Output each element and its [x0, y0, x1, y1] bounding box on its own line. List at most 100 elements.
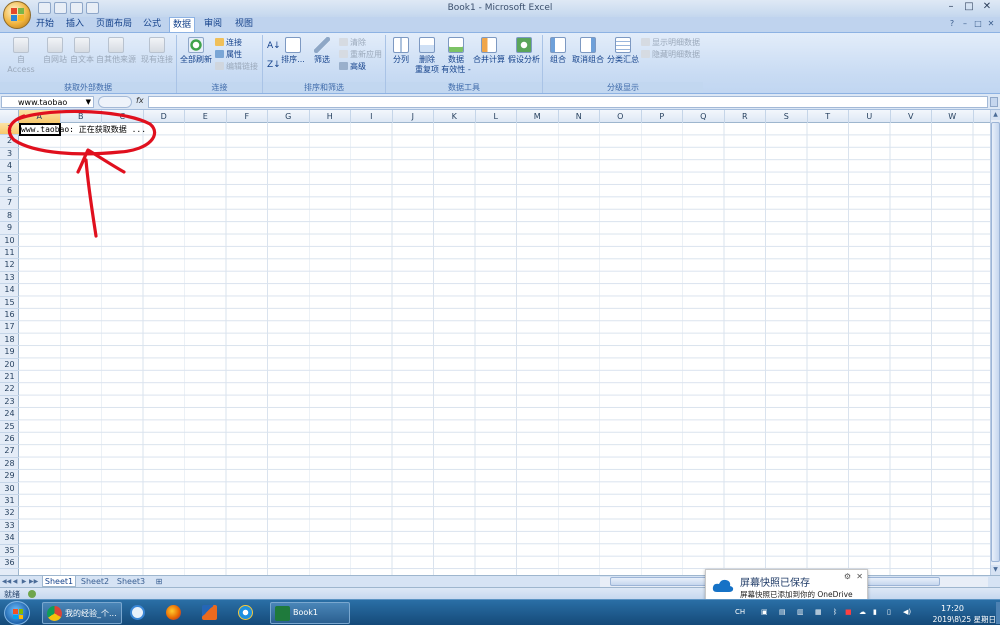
- sheet-tab-1[interactable]: Sheet1: [42, 576, 76, 587]
- formula-input[interactable]: [148, 96, 988, 108]
- expand-formula-icon[interactable]: [990, 97, 998, 107]
- tray-app-icon[interactable]: ▥: [797, 608, 804, 616]
- show-desktop-button[interactable]: [996, 602, 1000, 624]
- scroll-up-icon[interactable]: ▲: [991, 110, 1000, 120]
- column-header-r[interactable]: R: [725, 110, 766, 123]
- clear-filter-button[interactable]: 清除: [339, 38, 366, 48]
- taskbar-matlab[interactable]: [198, 602, 224, 624]
- column-header-h[interactable]: H: [310, 110, 351, 123]
- column-header-l[interactable]: L: [476, 110, 517, 123]
- row-header-12[interactable]: 12: [0, 259, 19, 272]
- prev-sheet-icon[interactable]: ◀: [11, 577, 19, 587]
- row-header-30[interactable]: 30: [0, 483, 19, 495]
- column-header-t[interactable]: T: [808, 110, 849, 123]
- tab-view[interactable]: 视图: [231, 17, 257, 32]
- consolidate-button[interactable]: 合并计算: [472, 37, 506, 65]
- tray-app-icon[interactable]: ▣: [761, 608, 768, 616]
- row-header-7[interactable]: 7: [0, 197, 19, 210]
- input-language-indicator[interactable]: CH: [735, 608, 745, 616]
- row-header-11[interactable]: 11: [0, 247, 19, 260]
- row-header-16[interactable]: 16: [0, 309, 19, 322]
- column-header-b[interactable]: B: [61, 110, 102, 123]
- sort-desc-icon[interactable]: Z↓: [267, 60, 281, 70]
- row-header-3[interactable]: 3: [0, 148, 19, 161]
- column-header-v[interactable]: V: [891, 110, 932, 123]
- properties-button[interactable]: 属性: [215, 50, 242, 60]
- column-header-n[interactable]: N: [559, 110, 600, 123]
- tab-home[interactable]: 开始: [32, 17, 58, 32]
- row-header-10[interactable]: 10: [0, 235, 19, 247]
- minimize-button[interactable]: –: [942, 0, 960, 14]
- office-button[interactable]: [3, 1, 31, 29]
- last-sheet-icon[interactable]: ▶▶: [29, 577, 38, 587]
- text-to-columns-button[interactable]: 分列: [390, 37, 412, 65]
- vertical-scroll-thumb[interactable]: [991, 122, 1000, 562]
- row-header-28[interactable]: 28: [0, 458, 19, 471]
- notification-close-icon[interactable]: ✕: [856, 572, 863, 581]
- remove-duplicates-button[interactable]: 删除 重复项: [414, 37, 440, 75]
- reapply-button[interactable]: 重新应用: [339, 50, 382, 60]
- row-header-5[interactable]: 5: [0, 173, 19, 185]
- row-header-29[interactable]: 29: [0, 470, 19, 483]
- row-header-13[interactable]: 13: [0, 272, 19, 285]
- vertical-scrollbar[interactable]: ▲ ▼: [990, 110, 1000, 575]
- subtotal-button[interactable]: 分类汇总: [606, 37, 640, 65]
- sort-asc-icon[interactable]: A↓: [267, 41, 281, 51]
- edit-links-button[interactable]: 编辑链接: [215, 62, 258, 72]
- ungroup-button[interactable]: 取消组合: [571, 37, 605, 65]
- refresh-all-button[interactable]: 全部刷新: [179, 37, 213, 65]
- column-header-u[interactable]: U: [849, 110, 891, 123]
- column-header-o[interactable]: O: [600, 110, 642, 123]
- row-header-33[interactable]: 33: [0, 520, 19, 533]
- first-sheet-icon[interactable]: ◀◀: [2, 577, 11, 587]
- row-header-22[interactable]: 22: [0, 383, 19, 396]
- insert-function-icon[interactable]: fx: [136, 96, 144, 105]
- row-header-1[interactable]: 1: [0, 123, 19, 136]
- doc-restore-icon[interactable]: □: [973, 19, 983, 29]
- clock-time[interactable]: 17:20: [941, 604, 964, 613]
- tray-app-icon[interactable]: ▦: [815, 608, 822, 616]
- tab-review[interactable]: 审阅: [200, 17, 226, 32]
- row-header-6[interactable]: 6: [0, 185, 19, 198]
- row-header-20[interactable]: 20: [0, 359, 19, 371]
- row-header-27[interactable]: 27: [0, 445, 19, 458]
- row-header-32[interactable]: 32: [0, 507, 19, 520]
- row-header-26[interactable]: 26: [0, 433, 19, 446]
- column-header-a[interactable]: A: [19, 110, 61, 123]
- hide-detail-button[interactable]: 隐藏明细数据: [641, 50, 700, 60]
- ati-icon[interactable]: ■: [845, 608, 852, 616]
- row-header-25[interactable]: 25: [0, 421, 19, 433]
- column-header-k[interactable]: K: [434, 110, 476, 123]
- network-icon[interactable]: ▮: [873, 608, 877, 616]
- column-header-q[interactable]: Q: [683, 110, 725, 123]
- row-header-34[interactable]: 34: [0, 532, 19, 545]
- row-header-21[interactable]: 21: [0, 371, 19, 384]
- from-other-sources-button[interactable]: 自其他来源: [95, 37, 137, 65]
- taskbar-firefox[interactable]: [162, 602, 188, 624]
- chevron-down-icon[interactable]: ▼: [86, 97, 91, 108]
- column-header-j[interactable]: J: [393, 110, 434, 123]
- insert-sheet-icon[interactable]: ⊞: [151, 576, 167, 587]
- row-header-18[interactable]: 18: [0, 334, 19, 347]
- start-button[interactable]: [4, 601, 30, 625]
- column-header-f[interactable]: F: [227, 110, 268, 123]
- macro-recording-icon[interactable]: [28, 590, 36, 598]
- tab-data[interactable]: 数据: [169, 17, 195, 33]
- select-all-corner[interactable]: [0, 110, 19, 123]
- tray-app-icon[interactable]: ▤: [779, 608, 786, 616]
- tab-formulas[interactable]: 公式: [139, 17, 165, 32]
- name-box[interactable]: www.taobao ▼: [1, 96, 94, 108]
- doc-close-icon[interactable]: ✕: [986, 19, 996, 29]
- close-button[interactable]: ✕: [978, 0, 996, 14]
- onedrive-tray-icon[interactable]: ☁: [859, 608, 866, 616]
- row-header-4[interactable]: 4: [0, 160, 19, 173]
- help-icon[interactable]: ?: [947, 19, 957, 29]
- tab-insert[interactable]: 插入: [62, 17, 88, 32]
- sheet-tab-2[interactable]: Sheet2: [78, 576, 112, 587]
- column-header-c[interactable]: C: [102, 110, 144, 123]
- taskbar-chrome-window[interactable]: 我的经验_个...: [42, 602, 122, 624]
- tab-page-layout[interactable]: 页面布局: [93, 17, 135, 32]
- from-web-button[interactable]: 自网站: [41, 37, 69, 65]
- row-header-8[interactable]: 8: [0, 210, 19, 223]
- row-header-9[interactable]: 9: [0, 222, 19, 235]
